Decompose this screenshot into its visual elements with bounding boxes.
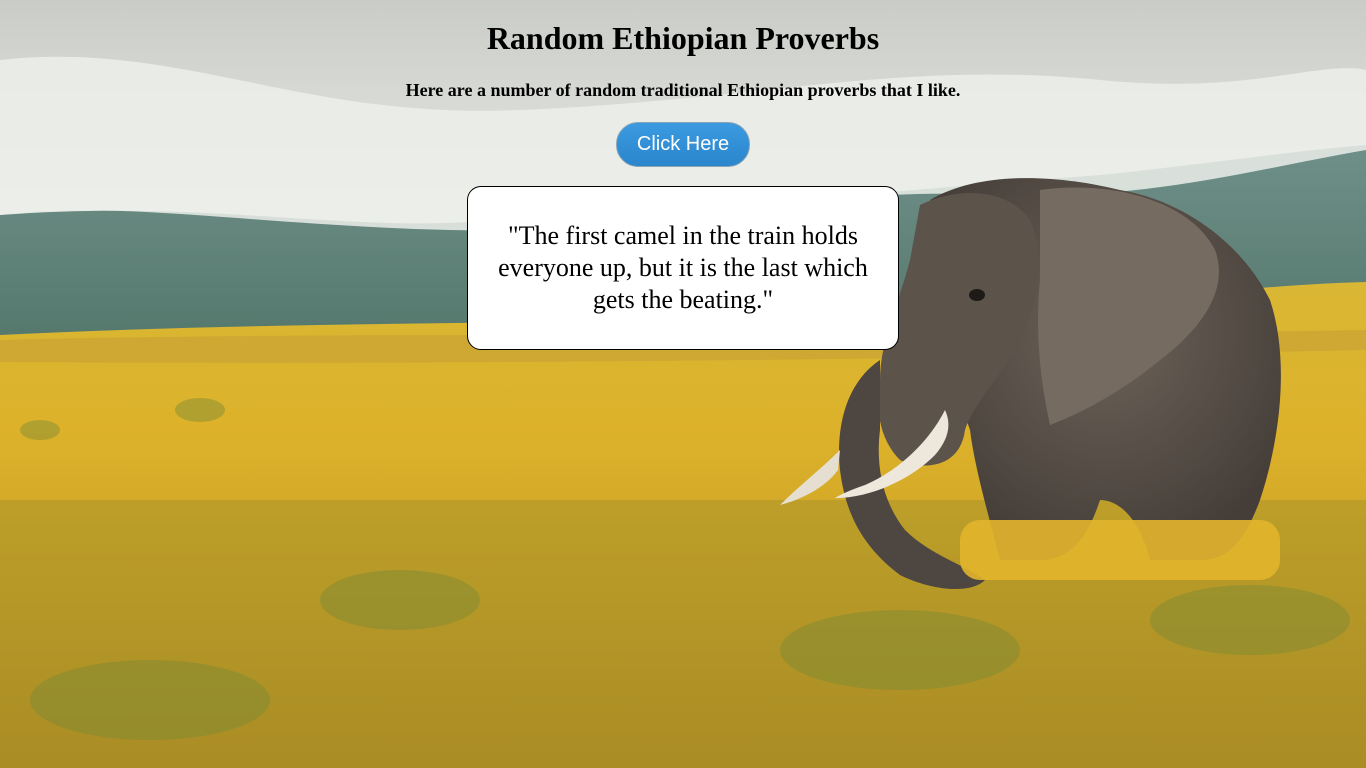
page-title: Random Ethiopian Proverbs xyxy=(486,20,880,56)
background-image xyxy=(0,0,1366,768)
elephant-landscape-image xyxy=(0,0,1366,768)
page-subtitle: Here are a number of random traditional … xyxy=(405,80,961,100)
proverb-text: "The first camel in the train holds ever… xyxy=(498,221,868,314)
proverb-card: "The first camel in the train holds ever… xyxy=(467,186,899,350)
click-here-button[interactable]: Click Here xyxy=(616,122,750,167)
